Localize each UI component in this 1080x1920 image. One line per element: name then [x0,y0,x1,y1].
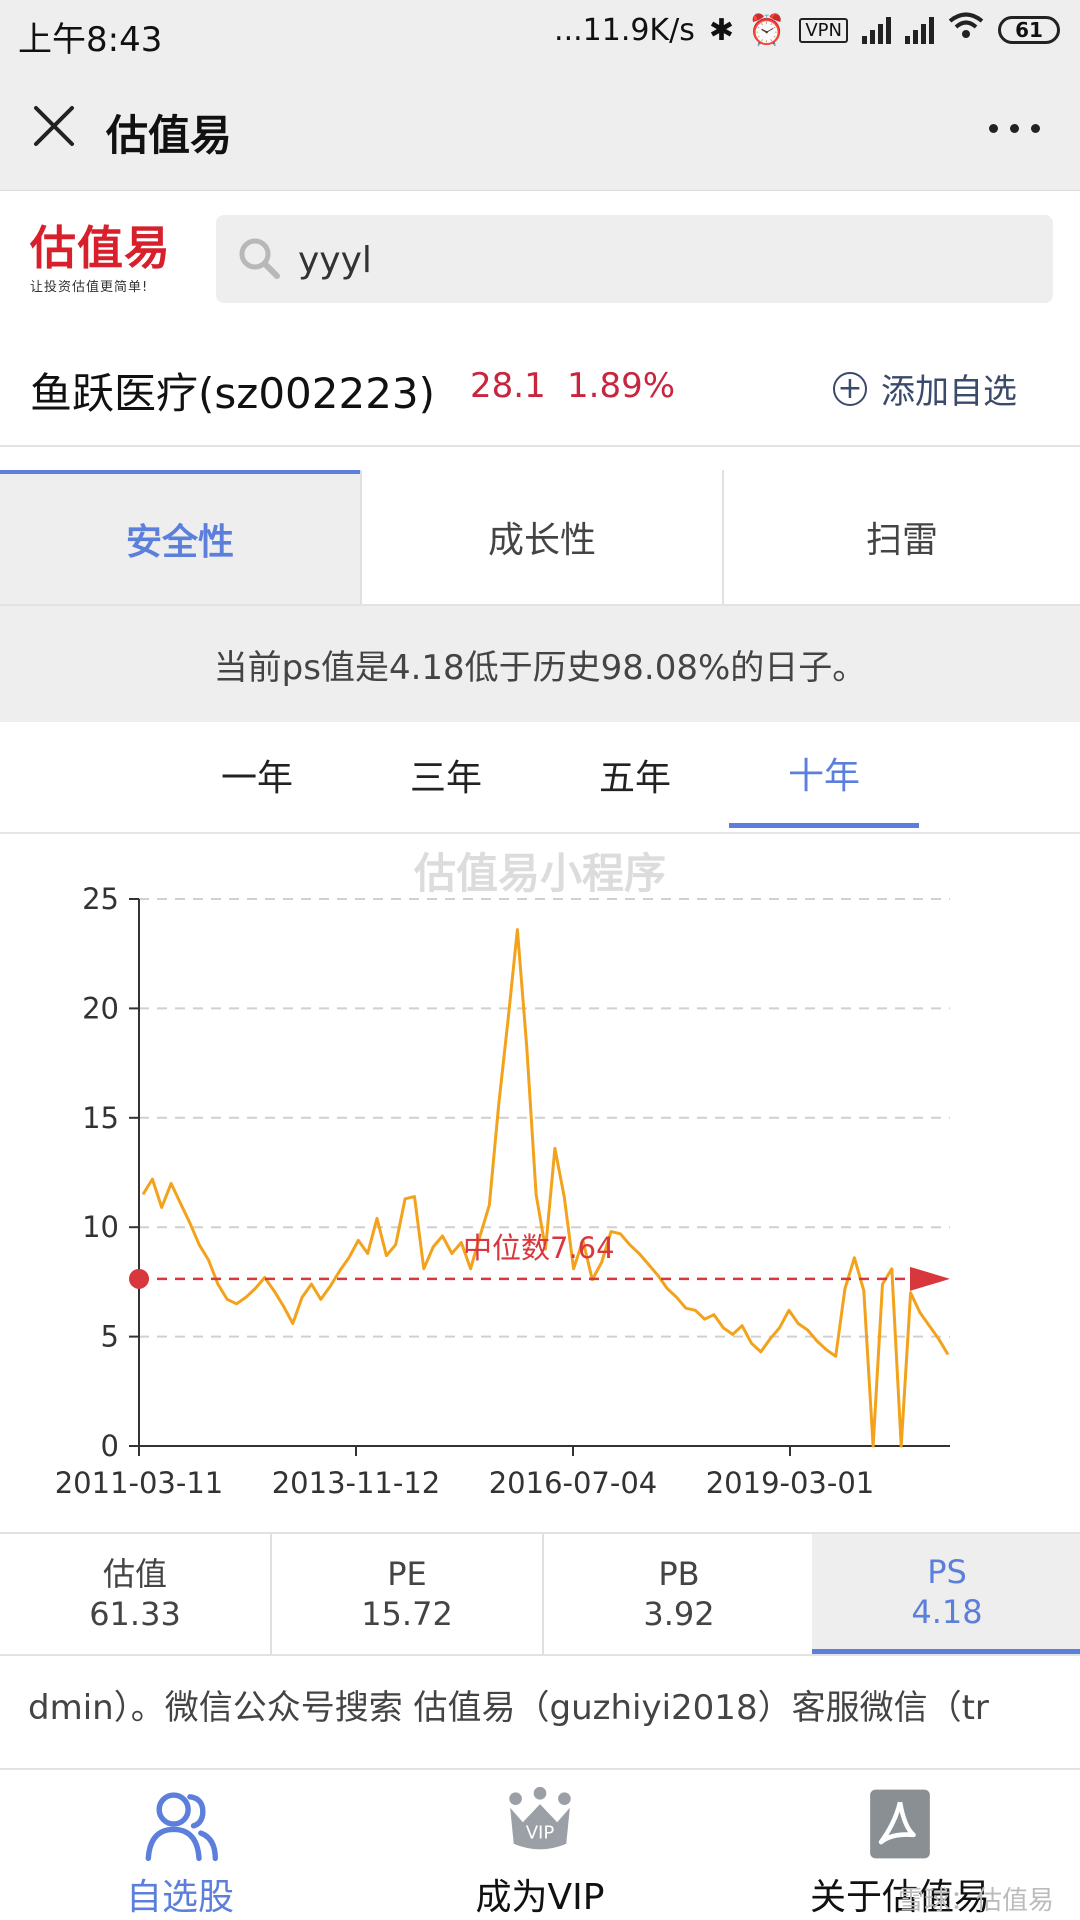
stock-header: 鱼跃医疗(sz002223) 28.1 1.89% + 添加自选 [0,330,1080,447]
alarm-icon: ⏰ [748,12,786,48]
y-tick-label: 15 [82,1101,119,1135]
tab-risk-scan[interactable]: 扫雷 [722,470,1080,604]
vip-badge-text: VIP [526,1822,555,1843]
metric-pe[interactable]: PE 15.72 [272,1534,542,1654]
more-menu-icon[interactable] [989,124,1040,133]
bluetooth-icon: ✱ [708,12,734,48]
tab-growth[interactable]: 成长性 [362,470,722,604]
y-tick-label: 20 [82,991,119,1025]
y-tick-label: 25 [82,882,119,916]
metric-valuation[interactable]: 估值 61.33 [0,1534,270,1654]
nav-label: 自选股 [125,1877,234,1918]
status-icons: ...11.9K/s ✱ ⏰ VPN 61 [554,12,1060,48]
users-icon [145,1792,218,1862]
metric-ps[interactable]: PS 4.18 [812,1534,1080,1654]
cell-signal-icon [862,16,891,44]
notice-marquee: dmin）。微信公众号搜索 估值易（guzhiyi2018）客服微信（tr [28,1688,989,1728]
add-watchlist-button[interactable]: + 添加自选 [833,364,1017,413]
x-tick-label: 2013-11-12 [272,1466,441,1500]
nav-watchlist[interactable]: 自选股 [0,1770,360,1920]
metric-label: PS [927,1552,967,1591]
stock-price: 28.1 [470,366,546,406]
period-1y[interactable]: 一年 [162,722,352,828]
pdf-document-icon [870,1789,930,1859]
nav-label: 成为VIP [475,1877,605,1918]
period-5y[interactable]: 五年 [540,722,730,828]
y-tick-label: 10 [82,1210,119,1244]
wifi-icon [948,12,984,48]
ps-chart: 0 5 10 15 20 25 2011-03-11 2013-11-12 2016-07-04… [0,834,1080,1530]
median-label: 中位数7.64 [463,1231,615,1265]
title-bar: 估值易 [0,66,1080,191]
main-tabs: 安全性 成长性 扫雷 [0,470,1080,606]
vpn-badge: VPN [799,17,848,43]
metric-label: PB [658,1555,700,1593]
x-tick-label: 2011-03-11 [55,1466,224,1500]
y-tick-label: 0 [101,1429,119,1463]
period-3y[interactable]: 三年 [351,722,541,828]
add-watchlist-label: 添加自选 [881,372,1017,412]
footer-watermark: 雪球：估值易 [897,1886,1054,1916]
logo-slogan: 让投资估值更简单! [30,280,149,295]
battery-icon: 61 [998,16,1060,44]
close-icon[interactable] [28,100,80,152]
period-10y[interactable]: 十年 [729,722,919,828]
period-tabs: 一年 三年 五年 十年 [0,722,1080,834]
metric-value: 61.33 [89,1595,181,1633]
cell-signal-2-icon [905,16,934,44]
x-tick-label: 2019-03-01 [706,1466,875,1500]
nav-become-vip[interactable]: VIP 成为VIP [360,1770,720,1920]
network-speed: ...11.9K/s [554,12,695,48]
y-tick-label: 5 [101,1320,119,1354]
logo-text: 估值易 [30,221,171,275]
metric-label: PE [387,1555,427,1593]
crown-vip-icon: VIP [509,1786,571,1850]
metric-tabs: 估值 61.33 PE 15.72 PB 3.92 PS 4.18 [0,1532,1080,1656]
search-box[interactable] [216,215,1053,303]
tab-safety[interactable]: 安全性 [0,470,360,604]
status-bar: 上午8:43 ...11.9K/s ✱ ⏰ VPN 61 [0,0,1080,66]
ps-series-line [141,928,950,1448]
metric-label: 估值 [102,1555,167,1593]
x-tick-label: 2016-07-04 [489,1466,658,1500]
stock-change: 1.89% [567,366,676,406]
info-banner: 当前ps值是4.18低于历史98.08%的日子。 [0,606,1080,722]
page-title: 估值易 [106,111,233,160]
chart-svg: 0 5 10 15 20 25 2011-03-11 2013-11-12 2016-07-04… [55,882,950,1500]
status-time: 上午8:43 [18,20,163,60]
plus-circle-icon: + [833,371,867,406]
metric-value: 15.72 [361,1595,453,1633]
metric-value: 3.92 [643,1595,715,1633]
brand-logo: 估值易 让投资估值更简单! [30,222,190,302]
search-icon [239,238,280,279]
metric-value: 4.18 [911,1592,983,1631]
stock-name: 鱼跃医疗(sz002223) [30,369,436,418]
median-arrow [910,1266,950,1291]
search-input[interactable] [296,233,1000,287]
metric-pb[interactable]: PB 3.92 [544,1534,814,1654]
median-marker [129,1268,149,1289]
